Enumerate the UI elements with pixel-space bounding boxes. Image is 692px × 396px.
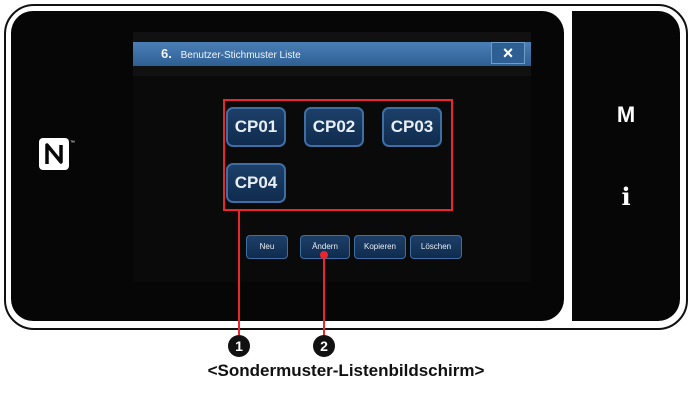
leader-line-2	[323, 258, 325, 338]
copy-button[interactable]: Kopieren	[354, 235, 406, 259]
leader-line-1	[238, 211, 240, 338]
delete-button[interactable]: Löschen	[410, 235, 462, 259]
dialog-title-strip: 6. Benutzer-Stichmuster Liste ×	[133, 42, 531, 66]
info-button[interactable]: i	[572, 182, 680, 211]
dialog-title: 6. Benutzer-Stichmuster Liste	[161, 46, 301, 61]
svg-text:™: ™	[70, 140, 75, 146]
dialog-titlebar: 6. Benutzer-Stichmuster Liste ×	[133, 32, 531, 76]
pattern-list-highlight	[223, 99, 453, 211]
caption: <Sondermuster-Listenbildschirm>	[207, 361, 485, 380]
marker-1: 1	[228, 335, 250, 357]
dialog-title-label: Benutzer-Stichmuster Liste	[180, 50, 301, 61]
new-button[interactable]: Neu	[246, 235, 288, 259]
mode-button[interactable]: M	[572, 102, 680, 128]
side-panel	[572, 11, 680, 321]
close-button[interactable]: ×	[491, 42, 525, 64]
close-icon: ×	[502, 43, 514, 63]
dialog-number: 6.	[161, 46, 172, 61]
nfc-icon: ™	[37, 136, 77, 172]
marker-2: 2	[313, 335, 335, 357]
